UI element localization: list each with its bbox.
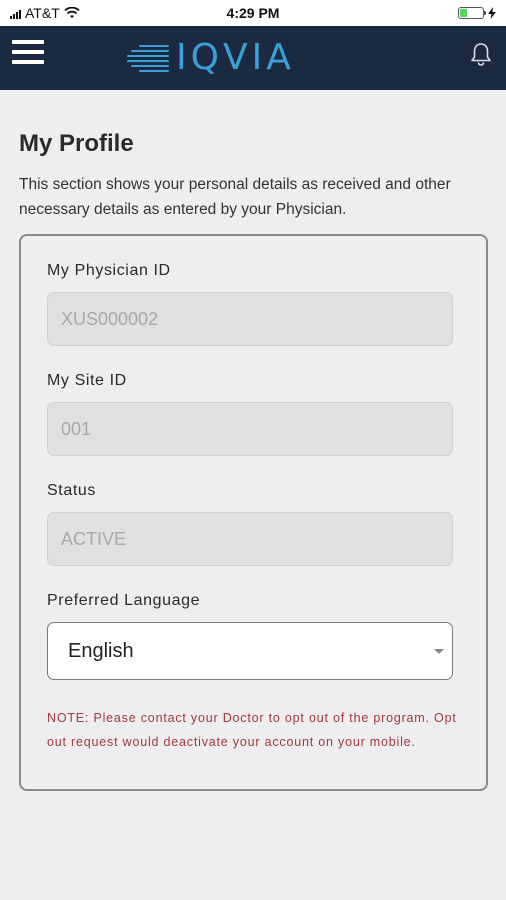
status-bar: AT&T 4:29 PM <box>0 0 506 26</box>
charging-bolt-icon <box>488 7 496 19</box>
status-label: Status <box>47 482 96 499</box>
site-id-field: 001 <box>47 402 453 456</box>
preferred-language-value: English <box>68 639 134 662</box>
physician-id-label: My Physician ID <box>47 262 171 279</box>
preferred-language-select[interactable]: English <box>47 622 453 680</box>
status-field: ACTIVE <box>47 512 453 566</box>
opt-out-note: NOTE: Please contact your Doctor to opt … <box>47 711 457 749</box>
site-id-value: 001 <box>61 418 92 439</box>
status-value: ACTIVE <box>61 528 127 549</box>
profile-description: This section shows your personal details… <box>19 176 451 218</box>
profile-card: My Physician ID XUS000002 My Site ID 001… <box>19 234 488 791</box>
battery-icon <box>458 7 486 19</box>
site-id-label: My Site ID <box>47 372 127 389</box>
iqvia-logo: IQVIA <box>126 40 295 76</box>
bell-icon[interactable] <box>470 42 492 66</box>
page-title: My Profile <box>19 130 134 157</box>
signal-icon <box>10 8 21 19</box>
profile-content: My Profile This section shows your perso… <box>19 90 489 791</box>
app-header: IQVIA <box>0 26 506 90</box>
logo-text: IQVIA <box>176 37 295 78</box>
battery-level <box>460 9 467 17</box>
wifi-icon <box>64 7 80 18</box>
status-bar-left: AT&T <box>10 5 80 21</box>
physician-id-value: XUS000002 <box>61 308 159 329</box>
physician-id-field: XUS000002 <box>47 292 453 346</box>
carrier-label: AT&T <box>25 5 60 21</box>
hamburger-menu-icon[interactable] <box>12 38 44 66</box>
preferred-language-label: Preferred Language <box>47 592 201 609</box>
dropdown-caret-icon <box>434 648 444 654</box>
logo-lines-icon <box>127 45 169 72</box>
status-bar-right <box>458 7 496 19</box>
